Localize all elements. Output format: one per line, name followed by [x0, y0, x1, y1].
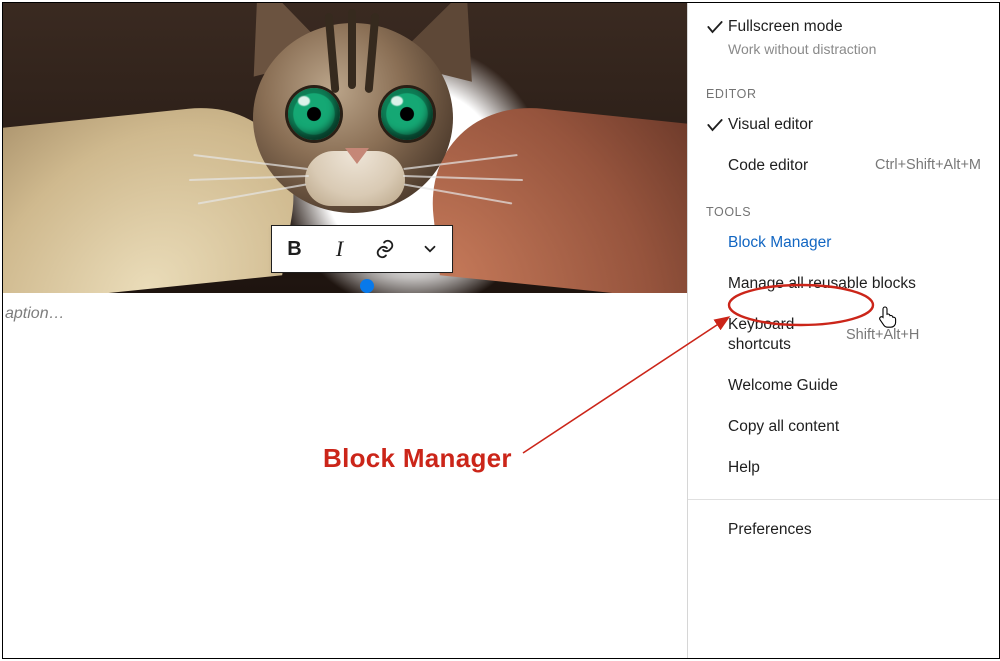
menu-item-shortcut: Ctrl+Shift+Alt+M [875, 156, 981, 176]
menu-item-label: Keyboard shortcuts [728, 315, 838, 357]
menu-item-label: Visual editor [728, 115, 981, 136]
bold-button[interactable]: B [277, 231, 313, 267]
link-icon [374, 238, 396, 260]
menu-item-fullscreen[interactable]: Fullscreen mode Work without distraction [688, 7, 999, 69]
menu-item-label: Welcome Guide [728, 376, 981, 397]
menu-item-label: Help [728, 458, 981, 479]
menu-item-welcome-guide[interactable]: Welcome Guide [688, 366, 999, 407]
menu-item-manage-reusable-blocks[interactable]: Manage all reusable blocks [688, 264, 999, 305]
chevron-down-icon [421, 240, 439, 258]
link-button[interactable] [367, 231, 403, 267]
menu-item-label: Preferences [728, 520, 981, 541]
menu-item-shortcut: Shift+Alt+H [846, 326, 919, 346]
check-icon [702, 115, 728, 135]
italic-button[interactable]: I [322, 231, 358, 267]
block-toolbar: B I [271, 225, 453, 273]
resize-handle[interactable] [360, 279, 374, 293]
options-menu: Fullscreen mode Work without distraction… [687, 3, 999, 658]
menu-item-label: Fullscreen mode [728, 17, 981, 38]
menu-item-keyboard-shortcuts[interactable]: Keyboard shortcuts Shift+Alt+H [688, 305, 999, 367]
check-icon [702, 17, 728, 37]
menu-group-editor: EDITOR [688, 69, 999, 105]
menu-item-block-manager[interactable]: Block Manager [688, 223, 999, 264]
editor-window: B I aption… Fullscreen mode Work without… [2, 2, 1000, 659]
menu-item-visual-editor[interactable]: Visual editor [688, 105, 999, 146]
menu-item-help[interactable]: Help [688, 448, 999, 489]
menu-separator [688, 499, 999, 500]
menu-item-sublabel: Work without distraction [728, 40, 981, 59]
more-button[interactable] [412, 231, 448, 267]
menu-item-label: Manage all reusable blocks [728, 274, 981, 295]
menu-item-label: Copy all content [728, 417, 981, 438]
menu-group-tools: TOOLS [688, 187, 999, 223]
menu-item-label: Block Manager [728, 233, 981, 254]
menu-item-label: Code editor [728, 156, 867, 177]
menu-item-code-editor[interactable]: Code editor Ctrl+Shift+Alt+M [688, 146, 999, 187]
caption-input[interactable]: aption… [3, 305, 65, 323]
menu-item-copy-all-content[interactable]: Copy all content [688, 407, 999, 448]
annotation-label: Block Manager [323, 443, 512, 474]
menu-item-preferences[interactable]: Preferences [688, 510, 999, 551]
